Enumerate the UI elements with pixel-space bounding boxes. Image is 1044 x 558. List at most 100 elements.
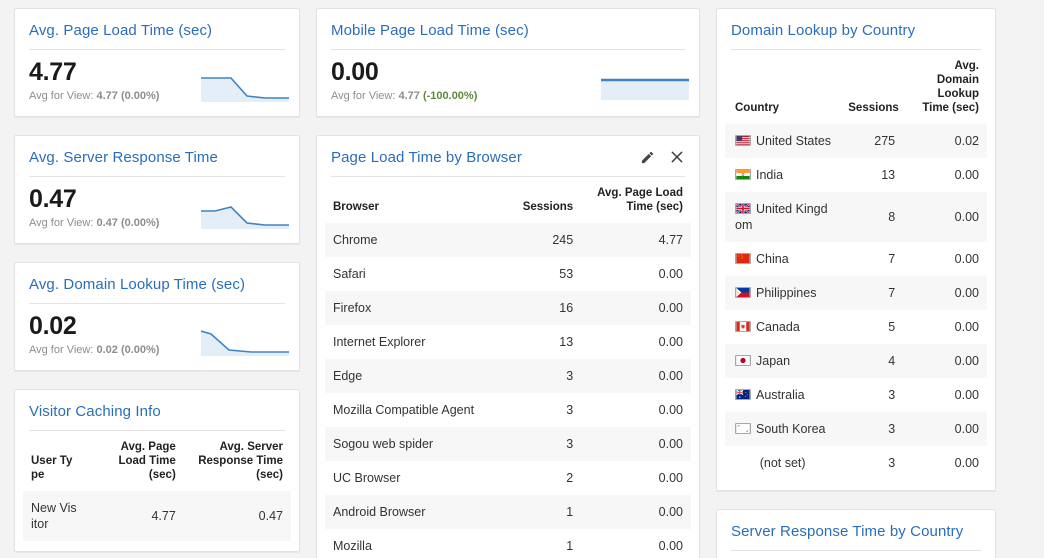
cell-sessions: 1 bbox=[566, 539, 574, 553]
column-header-sessions[interactable]: Sessions bbox=[501, 177, 582, 223]
table-header-row: Country Sessions Avg. Domain Lookup Time… bbox=[725, 50, 987, 124]
table-header-row: Browser Sessions Avg. Page Load Time (se… bbox=[325, 177, 691, 223]
table-row[interactable]: Internet Explorer 13 0.00 bbox=[325, 325, 691, 359]
card-header: Mobile Page Load Time (sec) bbox=[317, 9, 699, 49]
cell-browser: Chrome bbox=[325, 223, 501, 257]
cell-sessions: 275 bbox=[840, 124, 904, 158]
cell-sessions: 3 bbox=[500, 427, 582, 461]
table-header-row: User Type Avg. Page Load Time (sec) Avg.… bbox=[23, 431, 291, 491]
table-row[interactable]: New Visitor 4.77 0.47 bbox=[23, 491, 291, 541]
table-row[interactable]: Edge 3 0.00 bbox=[325, 359, 691, 393]
table-row[interactable]: India 13 0.00 bbox=[725, 158, 987, 192]
table-row[interactable]: China 7 0.00 bbox=[725, 242, 987, 276]
sparkline-chart bbox=[601, 74, 689, 104]
card-visitor-caching-info[interactable]: Visitor Caching Info User Type Avg. Page… bbox=[14, 389, 300, 552]
table-head: Browser Sessions Avg. Page Load Time (se… bbox=[325, 177, 691, 223]
cell-browser: Safari bbox=[333, 267, 366, 281]
scorecard-sub-label: Avg for View: bbox=[29, 217, 94, 229]
table-row[interactable]: Mozilla Compatible Agent 3 0.00 bbox=[325, 393, 691, 427]
cell-sessions: 5 bbox=[888, 320, 896, 334]
scorecard-body: 4.77 Avg for View: 4.77 (0.00%) bbox=[15, 50, 299, 116]
cell-lookup-time: 0.00 bbox=[903, 276, 987, 310]
cell-sessions: 13 bbox=[881, 168, 896, 182]
pencil-icon[interactable] bbox=[639, 149, 655, 165]
card-body-placeholder bbox=[717, 551, 995, 558]
table-row[interactable]: South Korea 3 0.00 bbox=[725, 412, 987, 446]
country-name: Canada bbox=[756, 320, 800, 334]
card-title: Domain Lookup by Country bbox=[731, 22, 916, 39]
cell-sessions: 3 bbox=[888, 456, 896, 470]
cell-load-time: 0.00 bbox=[658, 335, 683, 349]
cell-sessions: 7 bbox=[888, 252, 896, 266]
table-row[interactable]: Australia 3 0.00 bbox=[725, 378, 987, 412]
country-name: Japan bbox=[756, 354, 791, 368]
cell-country: Australia bbox=[725, 378, 840, 412]
cell-sessions: 13 bbox=[559, 335, 574, 349]
card-title: Avg. Server Response Time bbox=[29, 149, 218, 166]
table-row[interactable]: Philippines 7 0.00 bbox=[725, 276, 987, 310]
cell-browser: Mozilla bbox=[333, 539, 372, 553]
column-header-avg-server-response-time[interactable]: Avg. Server Response Time (sec) bbox=[184, 431, 291, 491]
dashboard-board: Avg. Page Load Time (sec) 4.77 Avg for V… bbox=[0, 0, 1044, 558]
column-header-avg-page-load-time[interactable]: Avg. Page Load Time (sec) bbox=[87, 431, 183, 491]
table-row[interactable]: Firefox 16 0.00 bbox=[325, 291, 691, 325]
column-header-user-type[interactable]: User Type bbox=[23, 431, 87, 491]
cell-lookup-time: 0.00 bbox=[954, 168, 979, 182]
cell-load-time: 0.00 bbox=[581, 291, 691, 325]
left-column: Avg. Page Load Time (sec) 4.77 Avg for V… bbox=[14, 8, 300, 552]
flag-in-icon bbox=[735, 169, 751, 180]
table-row[interactable]: Canada 5 0.00 bbox=[725, 310, 987, 344]
scorecard-mobile-page-load-time[interactable]: Mobile Page Load Time (sec) 0.00 Avg for… bbox=[316, 8, 700, 117]
card-page-load-time-by-browser[interactable]: Page Load Time by Browser Browser Sessio… bbox=[316, 135, 700, 558]
country-name: China bbox=[756, 252, 789, 266]
scorecard-page-load-time[interactable]: Avg. Page Load Time (sec) 4.77 Avg for V… bbox=[14, 8, 300, 117]
card-title: Avg. Domain Lookup Time (sec) bbox=[29, 276, 246, 293]
table-row[interactable]: Chrome 245 4.77 bbox=[325, 223, 691, 257]
cell-sessions: 3 bbox=[566, 403, 574, 417]
cell-sessions: 53 bbox=[559, 267, 574, 281]
column-header-browser[interactable]: Browser bbox=[325, 177, 501, 223]
table-head: Country Sessions Avg. Domain Lookup Time… bbox=[725, 50, 987, 124]
scorecard-sub-value: 4.77 bbox=[96, 90, 118, 102]
table-row[interactable]: Japan 4 0.00 bbox=[725, 344, 987, 378]
close-icon[interactable] bbox=[669, 149, 685, 165]
flag-kr-icon bbox=[735, 423, 751, 434]
column-header-sessions[interactable]: Sessions bbox=[840, 50, 903, 124]
cell-sessions: 7 bbox=[840, 276, 904, 310]
flag-us-icon bbox=[735, 135, 751, 146]
scorecard-sub-label: Avg for View: bbox=[331, 90, 396, 102]
country-name: (not set) bbox=[759, 456, 806, 470]
middle-column: Mobile Page Load Time (sec) 0.00 Avg for… bbox=[316, 8, 700, 558]
cell-browser: Internet Explorer bbox=[333, 335, 426, 349]
table-row[interactable]: UC Browser 2 0.00 bbox=[325, 461, 691, 495]
country-name: India bbox=[756, 168, 784, 182]
table-row[interactable]: Mozilla 1 0.00 bbox=[325, 529, 691, 558]
card-domain-lookup-by-country[interactable]: Domain Lookup by Country Country Session… bbox=[716, 8, 996, 491]
right-column: Domain Lookup by Country Country Session… bbox=[716, 8, 996, 558]
card-header: Page Load Time by Browser bbox=[317, 136, 699, 176]
scorecard-server-response-time[interactable]: Avg. Server Response Time 0.47 Avg for V… bbox=[14, 135, 300, 244]
sparkline-chart bbox=[201, 74, 289, 104]
cell-sessions: 3 bbox=[840, 412, 904, 446]
card-header: Domain Lookup by Country bbox=[717, 9, 995, 49]
table-wrapper: Country Sessions Avg. Domain Lookup Time… bbox=[717, 50, 995, 490]
table-row[interactable]: United Kingdom 8 0.00 bbox=[725, 192, 987, 242]
cell-user-type: New Visitor bbox=[23, 491, 88, 541]
table-row[interactable]: Android Browser 1 0.00 bbox=[325, 495, 691, 529]
table-row[interactable]: Safari 53 0.00 bbox=[325, 257, 691, 291]
scorecard-delta: (0.00%) bbox=[120, 90, 160, 102]
table-row[interactable]: (not set) 3 0.00 bbox=[725, 446, 987, 480]
table-row[interactable]: Sogou web spider 3 0.00 bbox=[325, 427, 691, 461]
cell-lookup-time: 0.02 bbox=[903, 124, 987, 158]
flag-ph-icon bbox=[735, 287, 751, 298]
browser-table: Browser Sessions Avg. Page Load Time (se… bbox=[325, 177, 691, 558]
table-row[interactable]: United States 275 0.02 bbox=[725, 124, 987, 158]
scorecard-body: 0.00 Avg for View: 4.77 (-100.00%) bbox=[317, 50, 699, 116]
scorecard-domain-lookup-time[interactable]: Avg. Domain Lookup Time (sec) 0.02 Avg f… bbox=[14, 262, 300, 371]
column-header-avg-page-load-time[interactable]: Avg. Page Load Time (sec) bbox=[581, 177, 691, 223]
card-server-response-time-by-country[interactable]: Server Response Time by Country bbox=[716, 509, 996, 558]
card-header: Server Response Time by Country bbox=[717, 510, 995, 550]
column-header-avg-domain-lookup-time[interactable]: Avg. Domain Lookup Time (sec) bbox=[903, 50, 987, 124]
column-header-country[interactable]: Country bbox=[725, 50, 840, 124]
cell-sessions: 2 bbox=[566, 471, 574, 485]
